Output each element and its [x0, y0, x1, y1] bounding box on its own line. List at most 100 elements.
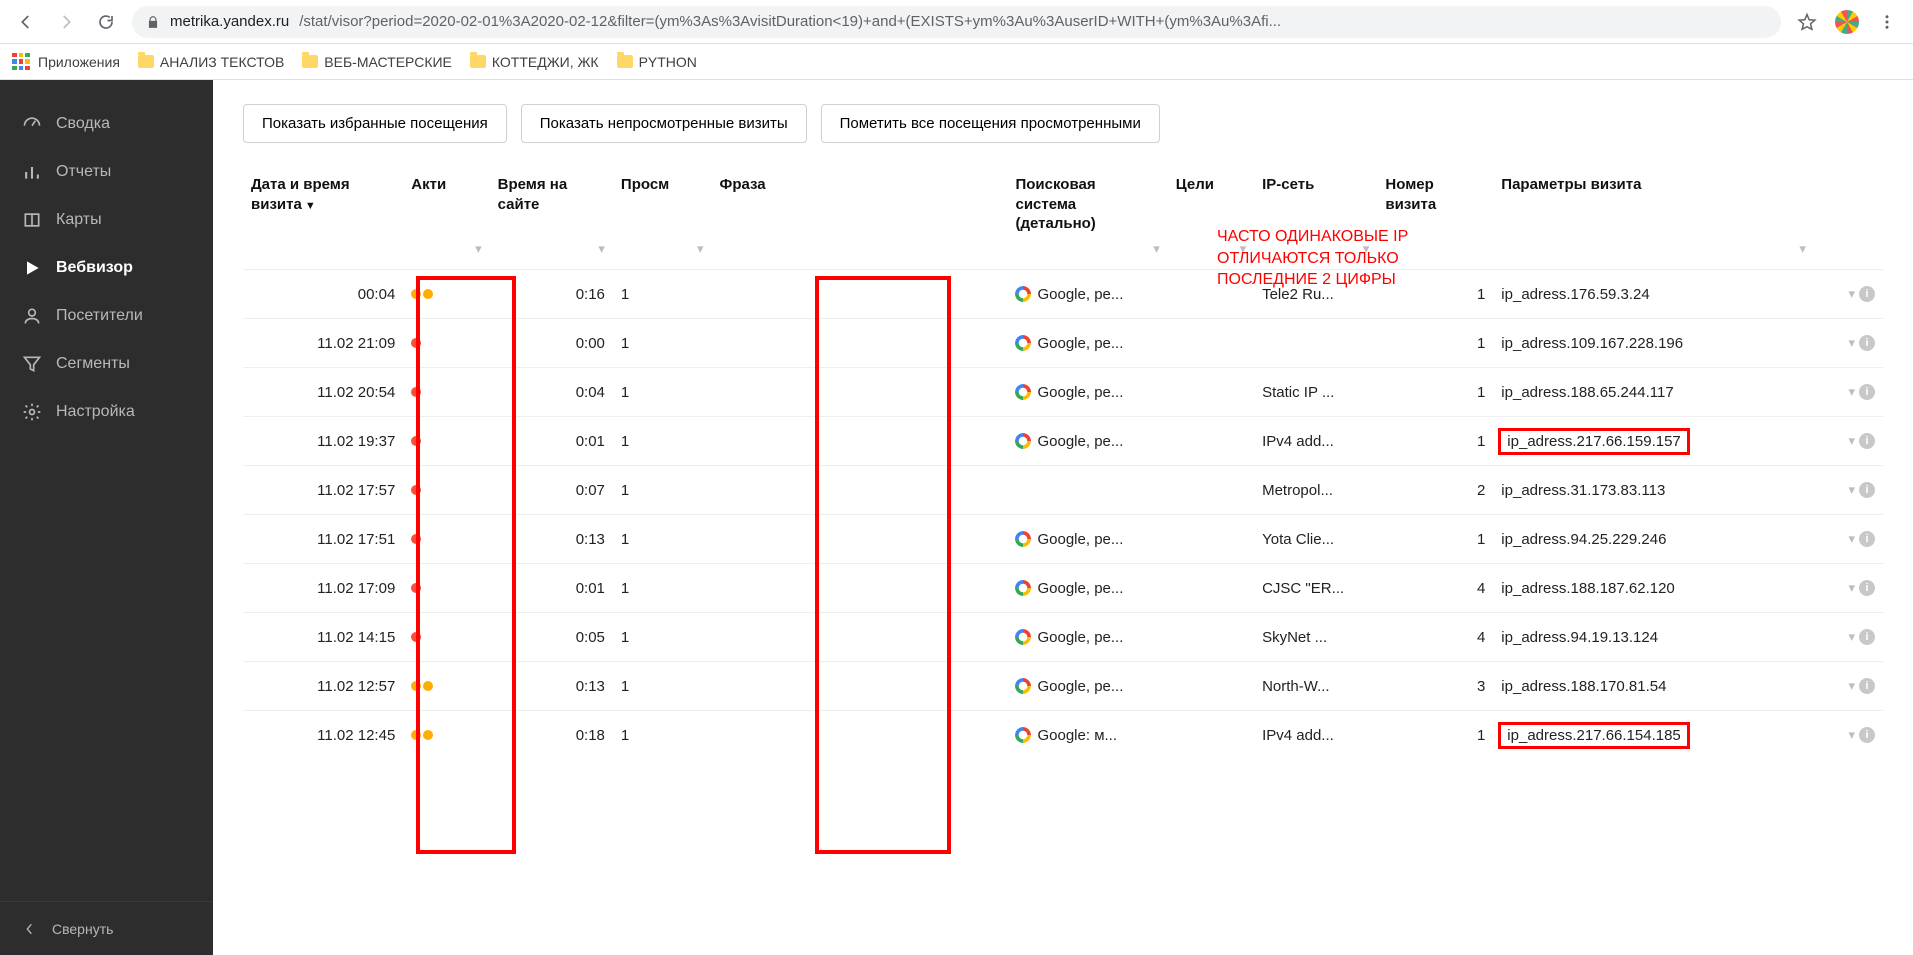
table-row[interactable]: 11.02 17:510:131Google, ре...Yota Clie..…: [243, 515, 1883, 564]
filter-icon[interactable]: ▾: [1848, 727, 1855, 743]
cell-ipnet: SkyNet ...: [1254, 613, 1377, 662]
filter-icon[interactable]: ▾: [1153, 241, 1160, 257]
filter-icon[interactable]: ▾: [475, 241, 482, 257]
sidebar-item-label: Карты: [56, 211, 102, 229]
cell-goals: [1168, 564, 1254, 613]
cell-phrase: [712, 368, 1008, 417]
sidebar-item-summary[interactable]: Сводка: [0, 100, 213, 148]
forward-button[interactable]: [52, 8, 80, 36]
bookmark-item[interactable]: АНАЛИЗ ТЕКСТОВ: [138, 54, 284, 70]
filter-icon[interactable]: ▾: [1240, 241, 1247, 257]
filter-icon[interactable]: ▾: [1848, 384, 1855, 400]
cell-activity: [403, 319, 489, 368]
cell-activity: [403, 711, 489, 760]
bookmark-item[interactable]: PYTHON: [617, 54, 697, 70]
table-row[interactable]: 11.02 19:370:011Google, ре...IPv4 add...…: [243, 417, 1883, 466]
cell-date: 11.02 12:45: [243, 711, 403, 760]
reload-button[interactable]: [92, 8, 120, 36]
filter-icon[interactable]: ▾: [697, 241, 704, 257]
sidebar-collapse[interactable]: Свернуть: [0, 901, 213, 955]
col-ipnet-header[interactable]: IP-сеть: [1254, 165, 1377, 240]
col-params-header[interactable]: Параметры визита: [1493, 165, 1814, 240]
cell-params: ip_adress.94.19.13.124: [1493, 613, 1814, 662]
table-row[interactable]: 11.02 21:090:001Google, ре...1ip_adress.…: [243, 319, 1883, 368]
bookmark-item[interactable]: ВЕБ-МАСТЕРСКИЕ: [302, 54, 452, 70]
col-views-header[interactable]: Просм: [613, 165, 712, 240]
col-number-header[interactable]: Номер визита: [1377, 165, 1493, 240]
info-icon[interactable]: i: [1859, 384, 1875, 400]
mark-seen-button[interactable]: Пометить все посещения просмотренными: [821, 104, 1160, 143]
cell-views: 1: [613, 466, 712, 515]
cell-time: 0:00: [490, 319, 613, 368]
apps-grid-icon: [12, 53, 30, 71]
col-search-header[interactable]: Поисковая система (детально): [1007, 165, 1167, 240]
cell-controls: ▾i: [1814, 417, 1883, 466]
table-row[interactable]: 11.02 12:450:181Google: м...IPv4 add...1…: [243, 711, 1883, 760]
info-icon[interactable]: i: [1859, 580, 1875, 596]
table-filter-row: ▾ ▾ ▾ ▾ ▾ ▾ ▾: [243, 240, 1883, 270]
cell-views: 1: [613, 711, 712, 760]
info-icon[interactable]: i: [1859, 286, 1875, 302]
col-goals-header[interactable]: Цели: [1168, 165, 1254, 240]
filter-icon[interactable]: ▾: [1848, 678, 1855, 694]
google-icon: [1015, 580, 1031, 596]
filter-icon[interactable]: ▾: [1799, 241, 1806, 257]
google-icon: [1015, 384, 1031, 400]
google-icon: [1015, 531, 1031, 547]
cell-controls: ▾i: [1814, 515, 1883, 564]
info-icon[interactable]: i: [1859, 678, 1875, 694]
cell-goals: [1168, 662, 1254, 711]
cell-number: 1: [1377, 270, 1493, 319]
cell-search: Google, ре...: [1007, 368, 1167, 417]
info-icon[interactable]: i: [1859, 727, 1875, 743]
extension-icon[interactable]: [1833, 8, 1861, 36]
cell-views: 1: [613, 270, 712, 319]
bookmark-item[interactable]: КОТТЕДЖИ, ЖК: [470, 54, 599, 70]
table-row[interactable]: 11.02 14:150:051Google, ре...SkyNet ...4…: [243, 613, 1883, 662]
col-date-header[interactable]: Дата и время визита: [243, 165, 403, 240]
filter-icon[interactable]: ▾: [1848, 286, 1855, 302]
star-icon[interactable]: [1793, 8, 1821, 36]
apps-button[interactable]: Приложения: [12, 53, 120, 71]
show-unseen-button[interactable]: Показать непросмотренные визиты: [521, 104, 807, 143]
info-icon[interactable]: i: [1859, 531, 1875, 547]
cell-params: ip_adress.188.170.81.54: [1493, 662, 1814, 711]
info-icon[interactable]: i: [1859, 482, 1875, 498]
cell-number: 3: [1377, 662, 1493, 711]
filter-icon[interactable]: ▾: [1363, 241, 1370, 257]
filter-icon[interactable]: ▾: [1848, 629, 1855, 645]
back-button[interactable]: [12, 8, 40, 36]
col-phrase-header[interactable]: Фраза: [712, 165, 1008, 240]
cell-date: 11.02 12:57: [243, 662, 403, 711]
col-time-header[interactable]: Время на сайте: [490, 165, 613, 240]
sidebar-item-webvisor[interactable]: Вебвизор: [0, 244, 213, 292]
table-row[interactable]: 11.02 17:570:071Metropol...2ip_adress.31…: [243, 466, 1883, 515]
info-icon[interactable]: i: [1859, 335, 1875, 351]
filter-icon[interactable]: ▾: [1848, 580, 1855, 596]
sidebar-item-visitors[interactable]: Посетители: [0, 292, 213, 340]
table-row[interactable]: 11.02 17:090:011Google, ре...CJSC "ER...…: [243, 564, 1883, 613]
info-icon[interactable]: i: [1859, 433, 1875, 449]
filter-icon[interactable]: ▾: [598, 241, 605, 257]
sidebar-item-maps[interactable]: Карты: [0, 196, 213, 244]
table-row[interactable]: 11.02 20:540:041Google, ре...Static IP .…: [243, 368, 1883, 417]
table-row[interactable]: 11.02 12:570:131Google, ре...North-W...3…: [243, 662, 1883, 711]
filter-icon[interactable]: ▾: [1848, 335, 1855, 351]
cell-time: 0:05: [490, 613, 613, 662]
info-icon[interactable]: i: [1859, 629, 1875, 645]
cell-date: 11.02 17:51: [243, 515, 403, 564]
filter-icon[interactable]: ▾: [1848, 433, 1855, 449]
menu-icon[interactable]: [1873, 8, 1901, 36]
filter-icon[interactable]: ▾: [1848, 482, 1855, 498]
table-row[interactable]: 00:040:161Google, ре...Tele2 Ru...1ip_ad…: [243, 270, 1883, 319]
show-favorites-button[interactable]: Показать избранные посещения: [243, 104, 507, 143]
sidebar-item-segments[interactable]: Сегменты: [0, 340, 213, 388]
cell-goals: [1168, 319, 1254, 368]
filter-icon[interactable]: ▾: [1848, 531, 1855, 547]
cell-phrase: [712, 515, 1008, 564]
sidebar-item-settings[interactable]: Настройка: [0, 388, 213, 436]
sidebar-item-reports[interactable]: Отчеты: [0, 148, 213, 196]
col-activity-header[interactable]: Акти: [403, 165, 489, 240]
play-icon: [22, 258, 42, 278]
address-bar[interactable]: metrika.yandex.ru/stat/visor?period=2020…: [132, 6, 1781, 38]
